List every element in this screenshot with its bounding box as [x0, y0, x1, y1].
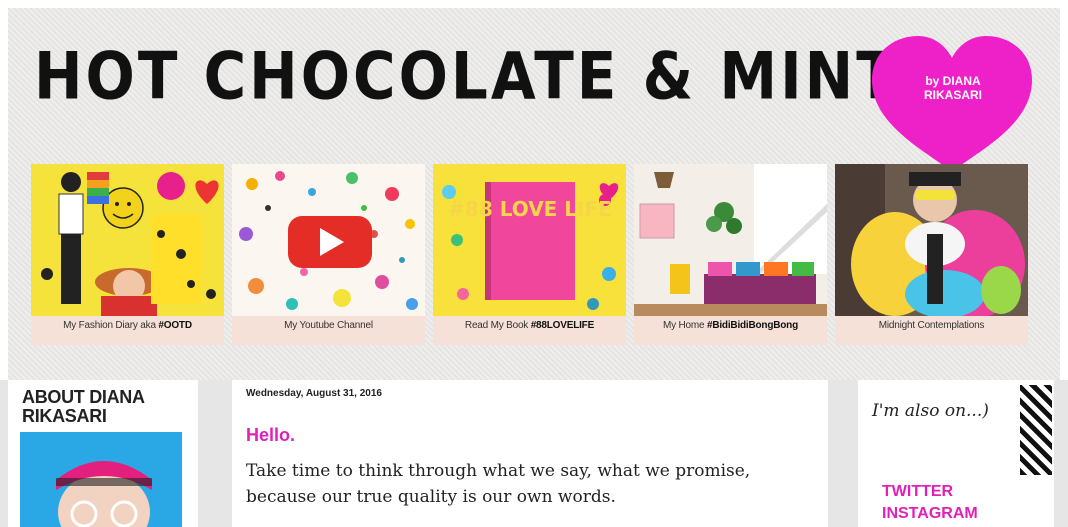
- right-gutter: [828, 380, 858, 527]
- tile-fashion-diary[interactable]: My Fashion Diary aka #OOTD: [31, 164, 224, 345]
- book-image: #88 LOVE LIFE: [433, 164, 626, 316]
- byline-text: by DIANA RIKASARI: [923, 74, 982, 102]
- left-edge: [0, 380, 8, 527]
- tile-youtube-channel[interactable]: My Youtube Channel: [232, 164, 425, 345]
- post-title[interactable]: Hello.: [246, 425, 295, 446]
- houndstooth-pattern: [1020, 385, 1052, 475]
- twitter-link[interactable]: TWITTER: [882, 483, 953, 501]
- post-body: Take time to think through what we say, …: [246, 461, 751, 507]
- tile-home[interactable]: My Home #BidiBidiBongBong: [634, 164, 827, 345]
- tile-caption: My Home #BidiBidiBongBong: [663, 320, 798, 331]
- also-on-label: I'm also on...): [872, 401, 989, 421]
- svg-text:#88 LOVE LIFE: #88 LOVE LIFE: [448, 197, 612, 221]
- instagram-link[interactable]: INSTAGRAM: [882, 505, 978, 523]
- midnight-contemplations-image: [835, 164, 1028, 316]
- byline-heart[interactable]: by DIANA RIKASARI: [868, 34, 1036, 174]
- heart-icon: [872, 36, 1032, 172]
- site-title[interactable]: HOT CHOCOLATE & MINT: [34, 38, 899, 114]
- tile-caption: Read My Book #88LOVELIFE: [464, 320, 595, 331]
- fashion-diary-image: [31, 164, 224, 316]
- about-heading: ABOUT DIANA RIKASARI: [22, 387, 145, 426]
- tile-book[interactable]: #88 LOVE LIFE Read My Book #88LOVELIFE: [433, 164, 626, 345]
- left-gutter: [198, 380, 232, 527]
- tile-caption: Midnight Contemplations: [878, 320, 985, 331]
- tile-midnight-contemplations[interactable]: Midnight Contemplations: [835, 164, 1028, 345]
- author-photo[interactable]: [20, 432, 182, 527]
- youtube-channel-image: [232, 164, 425, 316]
- tile-caption: My Youtube Channel: [284, 320, 373, 331]
- home-image: [634, 164, 827, 316]
- post-date: Wednesday, August 31, 2016: [246, 388, 382, 399]
- tile-caption: My Fashion Diary aka #OOTD: [63, 320, 192, 331]
- right-edge: [1054, 380, 1068, 527]
